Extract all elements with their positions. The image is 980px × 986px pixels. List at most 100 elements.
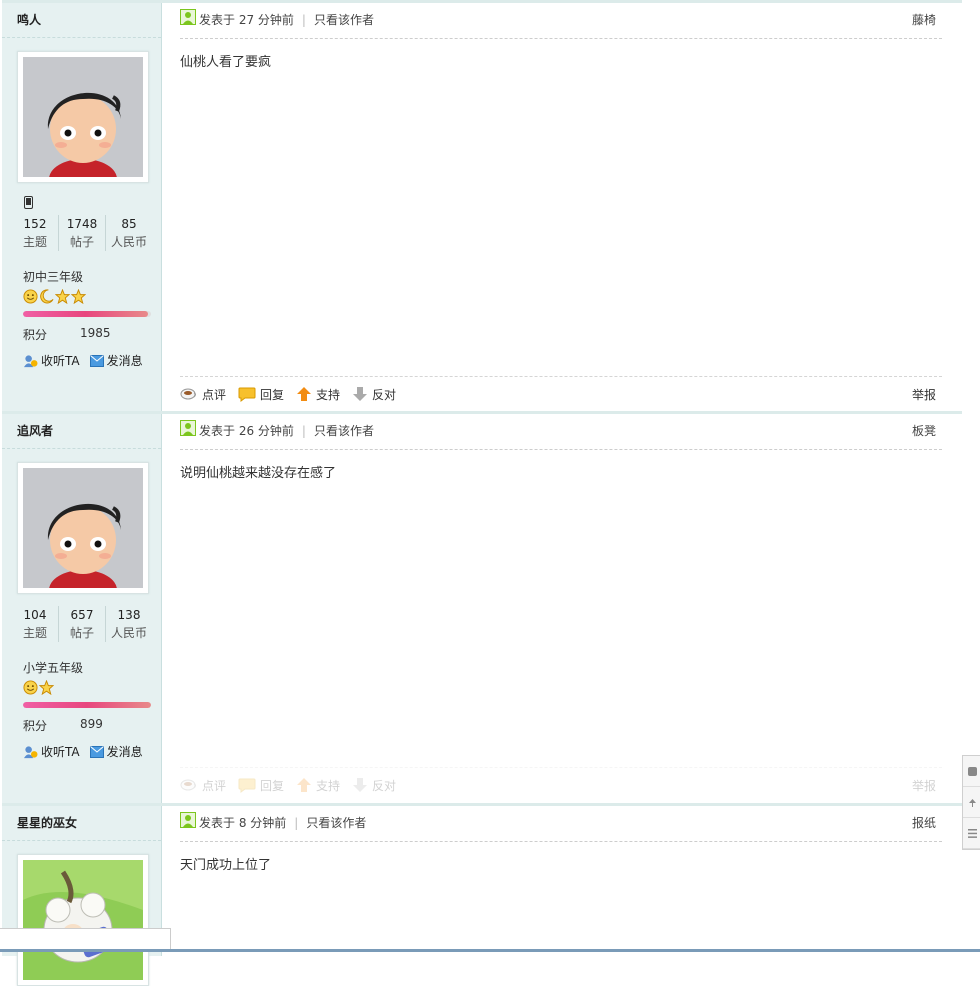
comment-button[interactable]: 点评: [180, 777, 226, 794]
avatar[interactable]: [17, 462, 149, 594]
arrow-up-icon: [297, 387, 312, 401]
score-label: 积分: [23, 719, 48, 733]
oppose-label: 反对: [372, 387, 397, 402]
reply-button[interactable]: 回复: [238, 777, 284, 794]
follow-label: 收听TA: [41, 354, 80, 368]
toolbar-button[interactable]: [963, 756, 980, 787]
support-label: 支持: [316, 778, 341, 793]
stat-label: 人民币: [110, 626, 147, 640]
follow-button[interactable]: 收听TA: [23, 743, 80, 760]
follow-icon: [23, 354, 38, 367]
post-footer: 点评 回复 支持 反对 举报: [180, 376, 942, 411]
oppose-label: 反对: [372, 778, 397, 793]
stat-value: 85: [121, 217, 137, 231]
avatar[interactable]: [17, 51, 149, 183]
comment-label: 点评: [202, 387, 227, 402]
post: 鸣人 152 主题 1748 帖子 85 人民币 初中三年级 积分 1985 收…: [2, 0, 962, 411]
support-button[interactable]: 支持: [296, 386, 340, 403]
support-label: 支持: [316, 387, 341, 402]
level-icons: [23, 680, 54, 696]
window-tab-edge: [0, 928, 171, 950]
arrow-up-icon: [297, 778, 312, 792]
post-content-area: 发表于 26 分钟前 | 只看该作者 板凳 说明仙桃越来越没存在感了 点评 回复 支…: [162, 414, 962, 803]
follow-button[interactable]: 收听TA: [23, 352, 80, 369]
score-value: 899: [80, 717, 103, 731]
stat-label: 帖子: [69, 626, 94, 640]
post-content-area: 发表于 27 分钟前 | 只看该作者 藤椅 仙桃人看了要疯 点评 回复 支持 反对 …: [162, 3, 962, 411]
avatar-cartoon-boy: [23, 468, 143, 588]
user-level[interactable]: 小学五年级: [23, 659, 83, 676]
stat-value: 104: [23, 608, 47, 622]
floor-number[interactable]: 报纸: [912, 806, 936, 840]
score: 积分 899: [23, 717, 143, 734]
stat-posts[interactable]: 657 帖子: [58, 606, 105, 642]
stat-label: 人民币: [110, 235, 147, 249]
post-header: 发表于 8 分钟前 | 只看该作者 报纸: [180, 806, 942, 842]
stat-money[interactable]: 138 人民币: [105, 606, 152, 642]
floor-number[interactable]: 藤椅: [912, 3, 936, 37]
stat-money[interactable]: 85 人民币: [105, 215, 152, 251]
stat-value: 138: [117, 608, 141, 622]
floating-toolbar: [962, 755, 980, 850]
support-button[interactable]: 支持: [296, 777, 340, 794]
separator: |: [301, 424, 306, 438]
author-stats: 152 主题 1748 帖子 85 人民币: [12, 215, 152, 251]
message-button[interactable]: 发消息: [89, 352, 143, 369]
stat-label: 帖子: [69, 235, 94, 249]
author-only-link[interactable]: 只看该作者: [314, 424, 374, 438]
author-actions: 收听TA 发消息: [23, 352, 143, 369]
stat-posts[interactable]: 1748 帖子: [58, 215, 105, 251]
post-user-icon: [180, 4, 196, 38]
star-icon: [39, 680, 54, 695]
floor-number[interactable]: 板凳: [912, 414, 936, 448]
separator: |: [301, 13, 306, 27]
avatar-cartoon-boy: [23, 57, 143, 177]
author-only-link[interactable]: 只看该作者: [306, 816, 366, 830]
oppose-button[interactable]: 反对: [352, 386, 396, 403]
reply-label: 回复: [260, 778, 285, 793]
author-sidebar: 追风者 104 主题 657 帖子 138 人民币 小学五年级 积分 899 收…: [2, 414, 162, 803]
report-link[interactable]: 举报: [912, 777, 936, 794]
message-label: 发消息: [106, 354, 143, 368]
post-body: 仙桃人看了要疯: [180, 55, 272, 70]
stat-value: 657: [70, 608, 94, 622]
separator: |: [294, 816, 299, 830]
post: 追风者 104 主题 657 帖子 138 人民币 小学五年级 积分 899 收…: [2, 411, 962, 803]
post-time: 发表于 27 分钟前: [199, 13, 294, 27]
level-progress-bar: [23, 311, 151, 317]
post-footer: 点评 回复 支持 反对 举报: [180, 767, 942, 802]
smile-icon: [23, 289, 38, 304]
reply-button[interactable]: 回复: [238, 386, 284, 403]
post-body: 天门成功上位了: [180, 858, 272, 873]
comment-button[interactable]: 点评: [180, 386, 226, 403]
arrow-up-small-icon: [968, 798, 976, 807]
list-button[interactable]: [963, 818, 980, 849]
author-name[interactable]: 鸣人: [2, 3, 161, 38]
stat-value: 152: [23, 217, 47, 231]
score-label: 积分: [23, 328, 48, 342]
list-icon: [967, 828, 977, 838]
author-only-link[interactable]: 只看该作者: [314, 13, 374, 27]
post-time: 发表于 8 分钟前: [199, 816, 287, 830]
stat-threads[interactable]: 104 主题: [12, 606, 58, 642]
avatar[interactable]: [17, 854, 149, 986]
author-name[interactable]: 追风者: [2, 414, 161, 449]
back-to-top-button[interactable]: [963, 787, 980, 818]
message-button[interactable]: 发消息: [89, 743, 143, 760]
stat-threads[interactable]: 152 主题: [12, 215, 58, 251]
post-body: 说明仙桃越来越没存在感了: [180, 466, 337, 481]
author-name[interactable]: 星星的巫女: [2, 806, 161, 841]
report-link[interactable]: 举报: [912, 386, 936, 403]
oppose-button[interactable]: 反对: [352, 777, 396, 794]
mail-icon: [89, 745, 104, 758]
follow-icon: [23, 745, 38, 758]
comment-cup-icon: [180, 388, 196, 400]
post-header: 发表于 26 分钟前 | 只看该作者 板凳: [180, 414, 942, 450]
speech-bubble-icon: [238, 387, 256, 402]
level-icons: [23, 289, 86, 305]
follow-label: 收听TA: [41, 745, 80, 759]
user-level[interactable]: 初中三年级: [23, 268, 83, 285]
avatar-sheep-character: [23, 860, 143, 980]
post-list: 鸣人 152 主题 1748 帖子 85 人民币 初中三年级 积分 1985 收…: [2, 0, 962, 986]
reply-label: 回复: [260, 387, 285, 402]
